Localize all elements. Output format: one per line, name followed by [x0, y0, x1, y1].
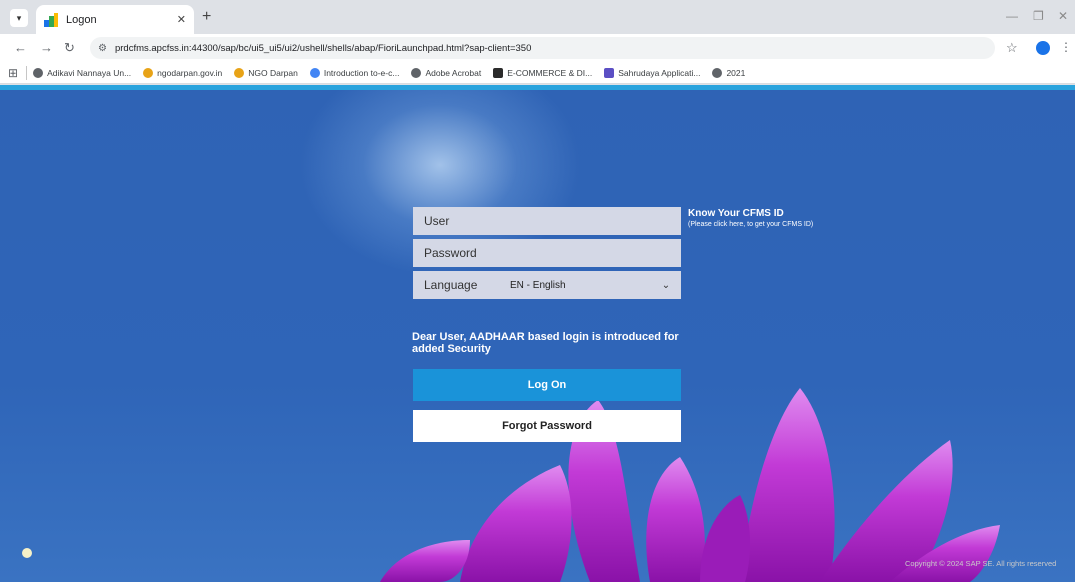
drive-icon [309, 67, 320, 78]
bookmark-item[interactable]: NGO Darpan [234, 67, 298, 78]
browser-toolbar: ← → ↻ ⚙ prdcfms.apcfss.in:44300/sap/bc/u… [0, 34, 1075, 62]
bookmark-item[interactable]: Adikavi Nannaya Un... [33, 67, 132, 78]
new-tab-icon[interactable]: + [202, 8, 211, 26]
globe-icon [411, 67, 422, 78]
password-input[interactable] [424, 246, 681, 260]
bookmarks-bar: ⊞ Adikavi Nannaya Un... ngodarpan.gov.in… [0, 62, 1075, 84]
browser-tabstrip: ▾ Logon ✕ + — ❐ ✕ [0, 0, 1075, 34]
bookmarks-divider [26, 65, 28, 80]
language-value[interactable]: EN - English [510, 280, 651, 291]
bookmark-item[interactable]: ngodarpan.gov.in [143, 67, 223, 78]
profile-avatar-icon[interactable] [1036, 41, 1050, 55]
globe-icon [33, 67, 44, 78]
language-label: Language [424, 278, 478, 292]
user-field[interactable] [413, 207, 681, 235]
copyright-text: Copyright © 2024 SAP SE. All rights rese… [905, 559, 1057, 568]
bookmark-item[interactable]: Introduction to-e-c... [309, 67, 400, 78]
bookmark-label: Adikavi Nannaya Un... [47, 67, 132, 78]
forgot-password-button[interactable]: Forgot Password [413, 410, 681, 442]
minimize-icon[interactable]: — [1006, 9, 1018, 23]
bookmark-label: Adobe Acrobat [425, 67, 482, 78]
help-dot-icon[interactable] [22, 548, 32, 558]
tab-title: Logon [66, 13, 97, 26]
site-info-icon[interactable]: ⚙ [98, 43, 107, 54]
bookmark-label: E-COMMERCE & DI... [507, 67, 593, 78]
apps-grid-icon[interactable]: ⊞ [8, 66, 18, 80]
back-icon[interactable]: ← [14, 40, 27, 55]
bookmark-label: NGO Darpan [248, 67, 298, 78]
forms-icon [604, 67, 615, 78]
log-on-button[interactable]: Log On [413, 369, 681, 401]
bookmark-item[interactable]: E-COMMERCE & DI... [493, 67, 593, 78]
password-field[interactable] [413, 239, 681, 267]
sap-favicon-icon [44, 12, 58, 27]
forward-icon[interactable]: → [40, 40, 53, 55]
address-bar[interactable]: ⚙ prdcfms.apcfss.in:44300/sap/bc/ui5_ui5… [90, 37, 995, 59]
bookmark-label: 2021 [726, 67, 746, 78]
aadhaar-notice: Dear User, AADHAAR based login is introd… [412, 331, 679, 355]
language-select[interactable]: Language EN - English ⌄ [413, 271, 681, 299]
browser-tab[interactable]: Logon ✕ [36, 5, 194, 34]
bookmark-label: Sahrudaya Applicati... [618, 67, 701, 78]
bookmark-star-icon[interactable]: ☆ [1006, 40, 1018, 56]
tab-close-icon[interactable]: ✕ [177, 13, 186, 26]
user-input[interactable] [424, 214, 681, 228]
tab-search-icon[interactable]: ▾ [10, 9, 28, 27]
restore-icon[interactable]: ❐ [1033, 9, 1044, 23]
bookmark-item[interactable]: Sahrudaya Applicati... [604, 67, 701, 78]
url-text: prdcfms.apcfss.in:44300/sap/bc/ui5_ui5/u… [114, 42, 532, 54]
bookmark-label: ngodarpan.gov.in [157, 67, 223, 78]
logon-page: Language EN - English ⌄ Know Your CFMS I… [0, 85, 1075, 582]
chevron-down-icon[interactable]: ⌄ [651, 280, 681, 291]
bookmark-label: Introduction to-e-c... [323, 67, 400, 78]
know-cfms-id-link[interactable]: Know Your CFMS ID [688, 208, 784, 219]
globe-icon [712, 67, 723, 78]
ecommerce-icon [493, 67, 504, 78]
ngodarpan-icon [143, 67, 154, 78]
bookmark-item[interactable]: 2021 [712, 67, 746, 78]
browser-menu-icon[interactable]: ⋮ [1060, 40, 1072, 54]
reload-icon[interactable]: ↻ [64, 40, 75, 56]
window-close-icon[interactable]: ✕ [1058, 9, 1068, 23]
know-cfms-id-hint[interactable]: (Please click here, to get your CFMS ID) [688, 221, 813, 228]
ngodarpan-icon [234, 67, 245, 78]
bookmark-item[interactable]: Adobe Acrobat [411, 67, 482, 78]
